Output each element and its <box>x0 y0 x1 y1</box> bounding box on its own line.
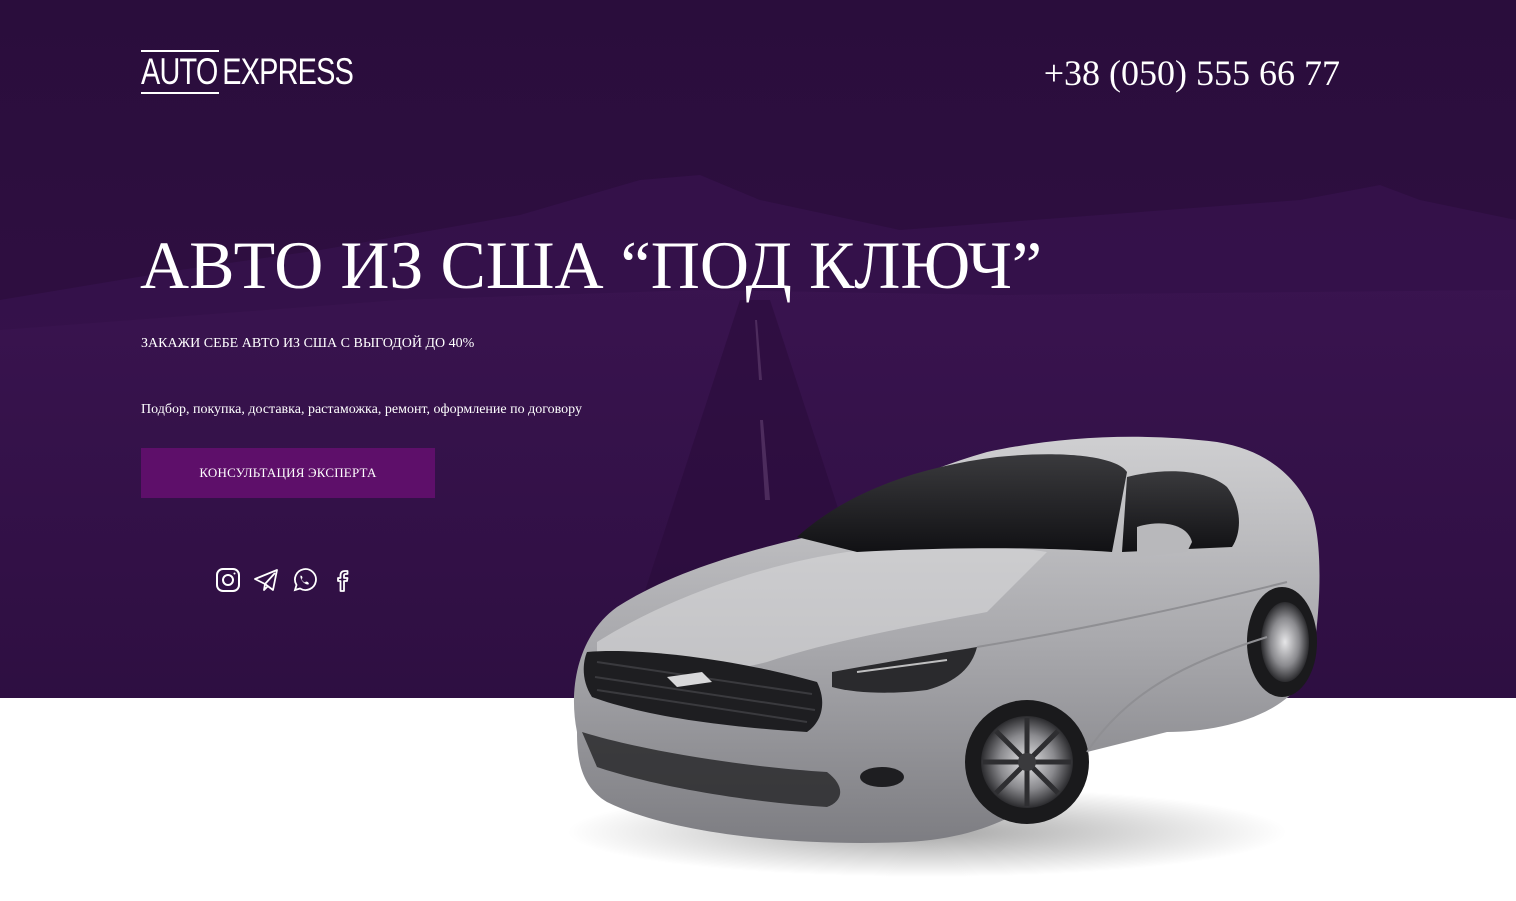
logo-word-auto: AUTO <box>141 50 220 94</box>
hero-subtitle: ЗАКАЖИ СЕБЕ АВТО ИЗ США С ВЫГОДОЙ ДО 40% <box>141 336 475 351</box>
instagram-icon[interactable] <box>214 566 242 594</box>
phone-number[interactable]: +38 (050) 555 66 77 <box>1040 52 1340 94</box>
whatsapp-icon[interactable] <box>290 566 318 594</box>
expert-consultation-button[interactable]: КОНСУЛЬТАЦИЯ ЭКСПЕРТА <box>141 448 435 498</box>
hero-description: Подбор, покупка, доставка, растаможка, р… <box>141 402 582 417</box>
car-image <box>567 436 1320 877</box>
site-logo[interactable]: AUTO EXPRESS <box>141 50 354 98</box>
landing-page: AUTO EXPRESS +38 (050) 555 66 77 АВТО ИЗ … <box>0 0 1516 901</box>
social-links <box>214 566 356 594</box>
page-title: АВТО ИЗ США “ПОД КЛЮЧ” <box>140 227 1043 303</box>
telegram-icon[interactable] <box>252 566 280 594</box>
facebook-icon[interactable] <box>328 566 356 594</box>
logo-word-express: EXPRESS <box>222 51 354 92</box>
